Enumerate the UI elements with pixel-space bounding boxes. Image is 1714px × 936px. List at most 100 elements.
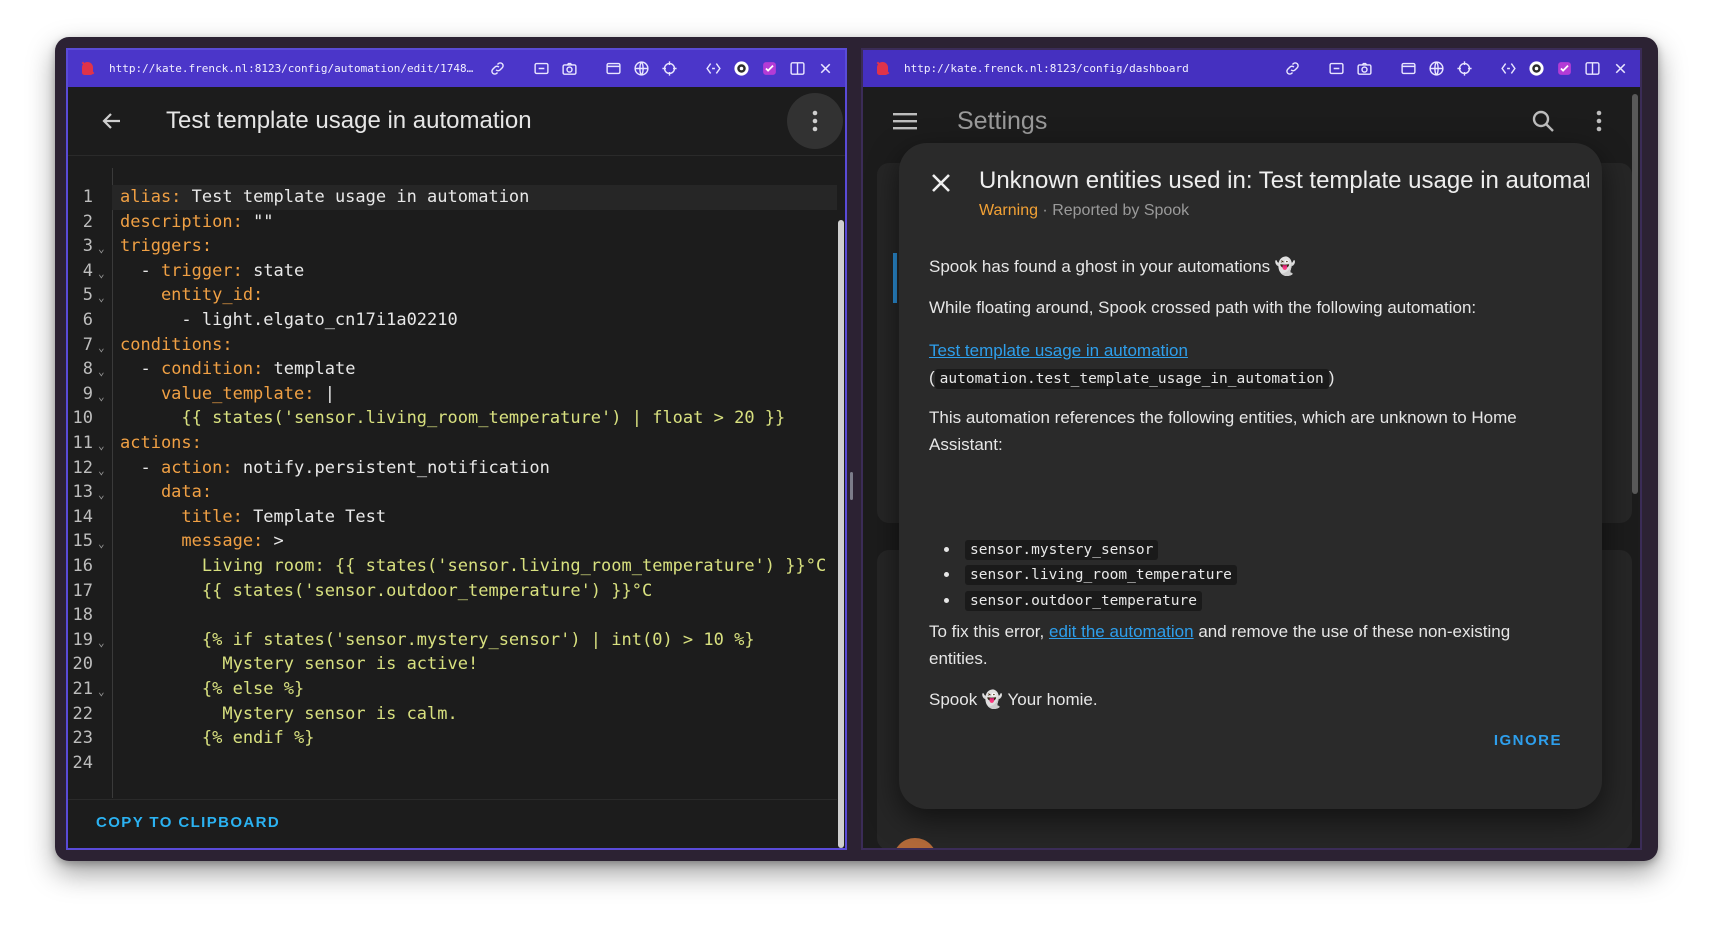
line-number: 5 (82, 285, 93, 306)
code-token: condition: (160, 359, 274, 380)
fold-chevron-icon[interactable]: ⌄ (98, 434, 105, 459)
settings-title: Settings (957, 106, 1048, 135)
fold-chevron-icon[interactable]: ⌄ (98, 237, 105, 262)
crosshair-icon[interactable] (655, 55, 683, 83)
link-icon[interactable] (483, 55, 511, 83)
line-number: 16 (72, 556, 93, 576)
screenshot-region-icon[interactable] (527, 55, 555, 83)
line-number: 21 (72, 679, 93, 699)
back-arrow-icon[interactable] (98, 107, 126, 135)
paren-open: ( (929, 368, 935, 387)
yaml-code-editor[interactable]: 1 alias: Test template usage in automatio… (68, 168, 837, 845)
edit-automation-link[interactable]: edit the automation (1049, 622, 1194, 641)
window-icon[interactable] (1394, 55, 1422, 83)
code-text: description: "" (120, 210, 274, 235)
overflow-menu-button[interactable] (787, 93, 843, 149)
code-text: {% else %} (120, 677, 304, 702)
automation-entity-id: automation.test_template_usage_in_automa… (934, 369, 1329, 389)
repair-issue-dialog: Unknown entities used in: Test template … (899, 143, 1602, 809)
line-number: 10 (72, 408, 93, 429)
overflow-menu-icon[interactable] (1584, 106, 1614, 136)
dialog-title: Unknown entities used in: Test template … (979, 167, 1589, 194)
code-text: conditions: (120, 333, 233, 358)
line-number: 1 (82, 187, 93, 207)
line-number: 2 (82, 211, 93, 232)
globe-icon[interactable] (627, 55, 655, 83)
code-token: title: (120, 506, 254, 527)
code-token: > (273, 531, 284, 552)
page-scrollbar[interactable] (1632, 94, 1638, 494)
code-token: Living room: {{ states('sensor.living_ro… (120, 556, 827, 576)
code-token: {{ states('sensor.living_room_temperatur… (120, 408, 786, 429)
fold-chevron-icon[interactable]: ⌄ (98, 336, 105, 361)
link-icon[interactable] (1278, 55, 1306, 83)
code-text: message: > (120, 529, 284, 554)
pane-resize-handle[interactable] (850, 472, 853, 500)
vertical-scrollbar[interactable] (838, 220, 844, 848)
fold-chevron-icon[interactable]: ⌄ (98, 483, 105, 508)
right-address-bar[interactable]: http://kate.frenck.nl:8123/config/dashbo… (863, 50, 1640, 87)
close-icon[interactable] (927, 169, 955, 197)
line-number: 24 (72, 752, 93, 773)
line-number: 23 (72, 728, 93, 749)
fold-chevron-icon[interactable]: ⌄ (98, 459, 105, 484)
check-shield-icon[interactable] (1550, 55, 1578, 83)
code-text: Mystery sensor is active! (120, 652, 478, 677)
reporter-label: Reported by Spook (1052, 202, 1190, 219)
profile-icon[interactable] (727, 55, 755, 83)
fold-chevron-icon[interactable]: ⌄ (98, 360, 105, 385)
left-url-text[interactable]: http://kate.frenck.nl:8123/config/automa… (109, 62, 474, 75)
background-accent (893, 253, 897, 303)
line-number: 13 (72, 482, 93, 503)
extension-icon[interactable] (699, 55, 727, 83)
split-view-icon[interactable] (783, 55, 811, 83)
dialog-footer: COPY TO CLIPBOARD (68, 799, 837, 848)
crosshair-icon[interactable] (1450, 55, 1478, 83)
code-token: state (253, 260, 305, 281)
screenshot-region-icon[interactable] (1322, 55, 1350, 83)
code-text: {% endif %} (120, 726, 315, 751)
fold-chevron-icon[interactable]: ⌄ (98, 631, 105, 656)
fold-chevron-icon[interactable]: ⌄ (98, 286, 105, 311)
window-icon[interactable] (599, 55, 627, 83)
fold-chevron-icon[interactable]: ⌄ (98, 262, 105, 287)
search-icon[interactable] (1528, 106, 1558, 136)
right-url-text[interactable]: http://kate.frenck.nl:8123/config/dashbo… (904, 62, 1269, 75)
code-token: triggers: (120, 236, 213, 257)
site-favicon-icon (80, 61, 96, 77)
camera-icon[interactable] (1350, 55, 1378, 83)
profile-icon[interactable] (1522, 55, 1550, 83)
code-text: - action: notify.persistent_notification (120, 456, 549, 481)
severity-label: Warning (979, 202, 1038, 219)
code-text: triggers: (120, 234, 212, 259)
code-token: {{ states('sensor.outdoor_temperature') … (120, 580, 653, 601)
code-token: - light.elgato_cn17i1a02210 (120, 310, 458, 330)
subtitle-separator: · (1037, 202, 1053, 219)
ignore-button[interactable]: IGNORE (1494, 732, 1562, 749)
right-browser-pane: http://kate.frenck.nl:8123/config/dashbo… (861, 48, 1642, 850)
globe-icon[interactable] (1422, 55, 1450, 83)
code-text: title: Template Test (120, 505, 386, 530)
code-token: action: (160, 457, 243, 478)
code-token: value_template: (120, 383, 325, 404)
left-address-bar[interactable]: http://kate.frenck.nl:8123/config/automa… (68, 50, 845, 87)
hamburger-menu-icon[interactable] (891, 107, 919, 135)
line-number: 9 (82, 383, 93, 404)
code-token: Mystery sensor is active! (120, 654, 479, 675)
split-view-icon[interactable] (1578, 55, 1606, 83)
close-pane-icon[interactable] (811, 55, 839, 83)
code-token: - (120, 457, 161, 478)
automation-link[interactable]: Test template usage in automation (929, 341, 1188, 360)
close-pane-icon[interactable] (1606, 55, 1634, 83)
list-item: sensor.living_room_temperature (944, 561, 1237, 587)
signature-text: Spook 👻 Your homie. (929, 690, 1098, 709)
check-shield-icon[interactable] (755, 55, 783, 83)
camera-icon[interactable] (555, 55, 583, 83)
fold-chevron-icon[interactable]: ⌄ (98, 532, 105, 557)
code-text: actions: (120, 431, 202, 456)
fold-chevron-icon[interactable]: ⌄ (98, 385, 105, 410)
fold-chevron-icon[interactable]: ⌄ (98, 680, 105, 705)
extension-icon[interactable] (1494, 55, 1522, 83)
line-number: 19 (72, 629, 93, 650)
copy-to-clipboard-button[interactable]: COPY TO CLIPBOARD (96, 814, 280, 831)
